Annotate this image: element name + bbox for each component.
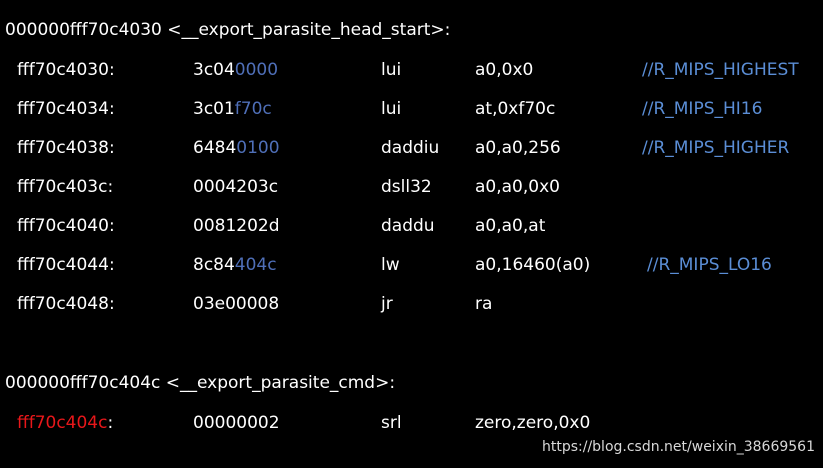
row-operands: a0,a0,256 [475,138,561,158]
row-address: fff70c4044: [17,255,115,275]
row-reloc-comment: //R_MIPS_HIGHEST [642,60,799,80]
row-opcode: 03e00008 [193,294,280,314]
row-reloc-comment: //R_MIPS_HI16 [642,99,763,119]
disasm-row: fff70c4048: 03e00008 jr ra [0,294,823,318]
row-address: fff70c4038: [17,138,115,158]
function-label-parasite-head-start: 000000fff70c4030 <__export_parasite_head… [5,20,451,40]
row-address: fff70c4040: [17,216,115,236]
opcode-relocated-part: 0000 [234,60,279,80]
opcode-fixed-part: 8c84 [193,255,235,275]
row-mnemonic: lui [381,99,402,119]
disasm-row: fff70c403c: 0004203c dsll32 a0,a0,0x0 [0,177,823,201]
row-address: fff70c404c: [17,413,113,433]
row-operands: a0,a0,0x0 [475,177,560,197]
row-reloc-comment: //R_MIPS_HIGHER [642,138,790,158]
opcode-fixed-part: 3c01 [193,99,235,119]
disasm-row: fff70c4034: 3c01f70c lui at,0xf70c //R_M… [0,99,823,123]
row-opcode: 64840100 [193,138,280,158]
opcode-relocated-part: f70c [234,99,272,119]
row-mnemonic: lw [381,255,400,275]
row-reloc-comment: //R_MIPS_LO16 [647,255,772,275]
row-mnemonic: lui [381,60,402,80]
disasm-row: fff70c404c: 00000002 srl zero,zero,0x0 [0,413,823,437]
row-opcode: 3c01f70c [193,99,272,119]
highlighted-address: fff70c404c [17,413,108,433]
disasm-row: fff70c4044: 8c84404c lw a0,16460(a0) //R… [0,255,823,279]
opcode-fixed-part: 6484 [193,138,237,158]
row-opcode: 0081202d [193,216,280,236]
row-operands: ra [475,294,493,314]
row-opcode: 0004203c [193,177,279,197]
row-mnemonic: dsll32 [381,177,432,197]
opcode-relocated-part: 404c [234,255,277,275]
disasm-row: fff70c4038: 64840100 daddiu a0,a0,256 //… [0,138,823,162]
disasm-row: fff70c4030: 3c040000 lui a0,0x0 //R_MIPS… [0,60,823,84]
row-address: fff70c4034: [17,99,115,119]
row-opcode: 3c040000 [193,60,278,80]
address-colon: : [107,413,114,433]
row-address: fff70c4030: [17,60,115,80]
row-address: fff70c403c: [17,177,114,197]
disasm-row: fff70c4040: 0081202d daddu a0,a0,at [0,216,823,240]
row-operands: a0,0x0 [475,60,534,80]
row-address: fff70c4048: [17,294,115,314]
row-mnemonic: srl [381,413,402,433]
row-opcode: 00000002 [193,413,280,433]
row-mnemonic: jr [381,294,393,314]
row-mnemonic: daddiu [381,138,440,158]
row-opcode: 8c84404c [193,255,277,275]
function-label-parasite-cmd: 000000fff70c404c <__export_parasite_cmd>… [5,373,396,393]
opcode-fixed-part: 3c04 [193,60,235,80]
row-operands: a0,a0,at [475,216,546,236]
opcode-relocated-part: 0100 [236,138,280,158]
row-mnemonic: daddu [381,216,435,236]
row-operands: zero,zero,0x0 [475,413,591,433]
watermark-url: https://blog.csdn.net/weixin_38669561 [541,439,815,455]
row-operands: at,0xf70c [475,99,556,119]
row-operands: a0,16460(a0) [475,255,591,275]
